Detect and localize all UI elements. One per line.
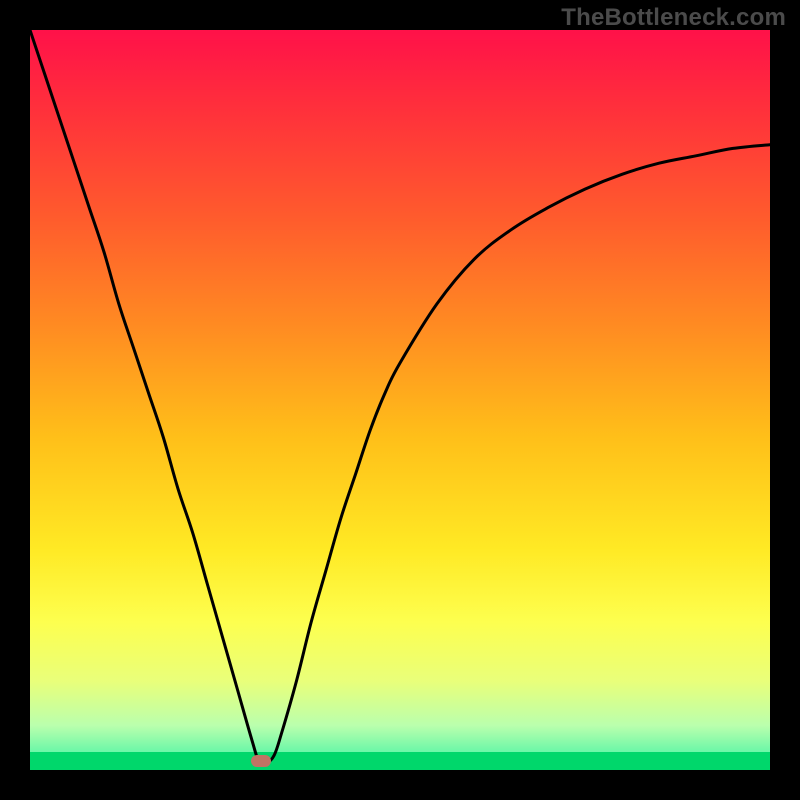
watermark-text: TheBottleneck.com bbox=[561, 4, 786, 32]
plot-area bbox=[30, 30, 770, 770]
vertex-marker bbox=[251, 755, 271, 767]
bottleneck-curve-path bbox=[30, 30, 770, 765]
chart-frame: TheBottleneck.com bbox=[0, 0, 800, 800]
bottleneck-curve-svg bbox=[30, 30, 770, 770]
